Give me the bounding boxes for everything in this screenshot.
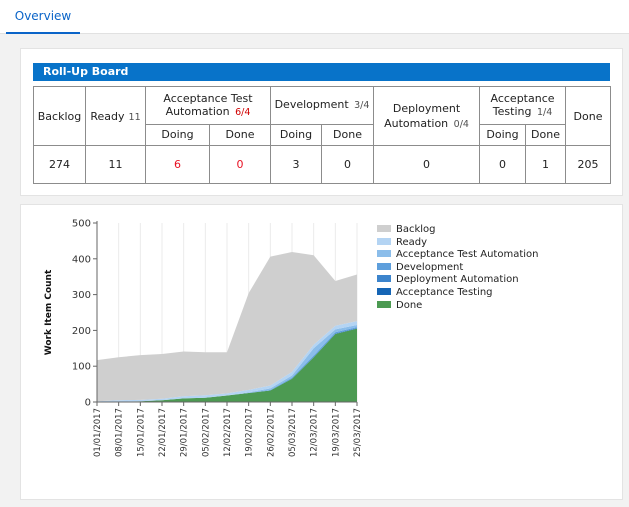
x-tick-label: 05/03/2017 [288, 408, 298, 457]
x-tick-label: 12/03/2017 [310, 408, 320, 457]
dev-done-count[interactable]: 0 [320, 145, 375, 184]
x-tick-label: 26/02/2017 [266, 408, 276, 457]
ata-doing-count[interactable]: 6 [145, 145, 210, 184]
y-tick-label: 500 [72, 219, 91, 230]
x-tick-label: 25/03/2017 [353, 408, 363, 457]
col-backlog-header: Backlog [33, 86, 86, 146]
col-deployment-automation-header: Deployment Automation 0/4 [373, 86, 481, 146]
ready-count[interactable]: 11 [85, 145, 146, 184]
x-tick-label: 19/03/2017 [331, 408, 341, 457]
col-acceptance-testing-header: Acceptance Testing 1/4 [479, 86, 567, 125]
col-development-header: Development 3/4 [269, 86, 375, 125]
board-title: Roll-Up Board [33, 63, 610, 81]
at-doing-header: Doing [479, 123, 527, 147]
deploy-count[interactable]: 0 [373, 145, 481, 184]
y-tick-label: 300 [72, 290, 91, 301]
legend-label: Backlog [396, 224, 436, 235]
legend-label: Ready [396, 236, 428, 248]
done-count[interactable]: 205 [565, 145, 612, 184]
ata-done-count[interactable]: 0 [209, 145, 271, 184]
x-tick-label: 08/01/2017 [115, 408, 125, 457]
y-tick-label: 100 [72, 362, 91, 373]
x-tick-label: 12/02/2017 [223, 408, 233, 457]
cumulative-flow-chart-panel: 0 100 200 300 400 500 01/01/2017 08/01/2017 15/0… [20, 204, 623, 500]
legend-swatch [377, 275, 391, 283]
ready-limit: 11 [128, 111, 141, 123]
col-ready-header: Ready 11 [85, 86, 146, 146]
dev-limit: 3/4 [354, 100, 370, 112]
x-tick-label: 19/02/2017 [245, 408, 255, 457]
legend-item-ready[interactable]: Ready [377, 237, 539, 250]
legend-item-backlog[interactable]: Backlog [377, 224, 539, 237]
ata-done-header: Done [209, 123, 271, 147]
x-tick-label: 05/02/2017 [201, 408, 211, 457]
legend-label: Acceptance Test Automation [396, 249, 539, 261]
legend-label: Done [396, 299, 423, 311]
y-tick-label: 0 [85, 398, 91, 409]
y-axis-label: Work Item Count [44, 269, 54, 355]
x-tick-label: 01/01/2017 [93, 408, 103, 457]
dev-done-header: Done [320, 123, 375, 147]
legend-swatch [377, 225, 391, 232]
dev-doing-count[interactable]: 3 [270, 145, 322, 184]
col-acceptance-test-automation-header: Acceptance Test Automation 6/4 [145, 86, 271, 125]
legend-item-acceptance-testing[interactable]: Acceptance Testing [377, 287, 539, 300]
legend-swatch [377, 262, 391, 270]
legend-swatch [377, 250, 391, 258]
tab-overview[interactable]: Overview [6, 0, 80, 34]
at-doing-count[interactable]: 0 [479, 145, 527, 184]
chart-legend: Backlog Ready Acceptance Test Automation De… [377, 224, 539, 312]
y-tick-label: 200 [72, 326, 91, 337]
top-nav: Overview [0, 0, 629, 34]
rollup-board-panel: Roll-Up Board Backlog Ready 11 Acceptance… [20, 48, 623, 196]
backlog-count[interactable]: 274 [33, 145, 86, 184]
col-done-header: Done [565, 86, 612, 146]
dev-doing-header: Doing [270, 123, 322, 147]
legend-label: Acceptance Testing [396, 286, 493, 298]
legend-item-deployment-automation[interactable]: Deployment Automation [377, 274, 539, 287]
x-tick-label: 22/01/2017 [158, 408, 168, 457]
at-done-header: Done [525, 123, 567, 147]
legend-label: Deployment Automation [396, 274, 519, 286]
x-tick-label: 29/01/2017 [180, 408, 190, 457]
rollup-table: Backlog Ready 11 Acceptance Test Automati… [33, 86, 612, 184]
legend-label: Development [396, 261, 464, 273]
at-done-count[interactable]: 1 [525, 145, 567, 184]
legend-item-done[interactable]: Done [377, 300, 539, 313]
legend-swatch [377, 287, 391, 295]
ata-doing-header: Doing [145, 123, 210, 147]
legend-item-development[interactable]: Development [377, 262, 539, 275]
at-limit: 1/4 [536, 106, 553, 118]
legend-swatch [377, 300, 391, 308]
x-tick-label: 15/01/2017 [136, 408, 146, 457]
legend-swatch [377, 237, 391, 245]
deploy-limit: 0/4 [453, 118, 469, 130]
ata-limit: 6/4 [235, 106, 251, 118]
y-tick-label: 400 [72, 254, 91, 265]
legend-item-acceptance-test-automation[interactable]: Acceptance Test Automation [377, 249, 539, 262]
